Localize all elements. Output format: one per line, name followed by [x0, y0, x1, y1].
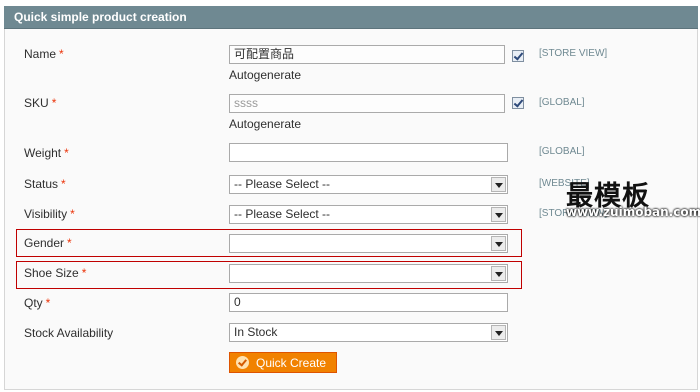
required-mark: * — [45, 296, 51, 310]
sku-input[interactable]: ssss — [229, 94, 505, 113]
visibility-select-value: -- Please Select -- — [234, 207, 331, 221]
shoe-size-select[interactable] — [229, 264, 508, 283]
dropdown-arrow-icon[interactable] — [491, 177, 506, 192]
weight-label: Weight * — [24, 146, 69, 160]
weight-input[interactable] — [229, 143, 508, 162]
required-mark: * — [64, 146, 69, 160]
name-autogenerate-checkbox[interactable] — [512, 50, 524, 62]
required-mark: * — [70, 207, 75, 221]
status-select-value: -- Please Select -- — [234, 177, 331, 191]
name-label: Name * — [24, 47, 64, 61]
shoe-size-label: Shoe Size * — [24, 266, 87, 280]
qty-input[interactable]: 0 — [229, 293, 508, 312]
dropdown-arrow-icon[interactable] — [491, 266, 506, 281]
checkmark-icon — [236, 356, 249, 369]
name-input[interactable]: 可配置商品 — [229, 45, 505, 64]
stock-availability-select[interactable]: In Stock — [229, 323, 508, 342]
section-title: Quick simple product creation — [14, 10, 187, 24]
quick-create-label: Quick Create — [256, 356, 327, 370]
dropdown-arrow-icon[interactable] — [491, 207, 506, 222]
required-mark: * — [67, 236, 72, 250]
sku-scope: [GLOBAL] — [539, 97, 585, 108]
name-scope: [STORE VIEW] — [539, 48, 608, 59]
section-header: Quick simple product creation — [4, 6, 698, 29]
stock-availability-label: Stock Availability — [24, 326, 114, 340]
sku-autogenerate-checkbox[interactable] — [512, 97, 524, 109]
dropdown-arrow-icon[interactable] — [491, 236, 506, 251]
required-mark: * — [59, 47, 64, 61]
qty-label: Qty * — [24, 296, 51, 310]
required-mark: * — [61, 177, 66, 191]
gender-label: Gender * — [24, 236, 72, 250]
stock-availability-select-value: In Stock — [234, 325, 278, 339]
dropdown-arrow-icon[interactable] — [491, 325, 506, 340]
required-mark: * — [51, 96, 57, 110]
status-label: Status * — [24, 177, 66, 191]
name-autogenerate-note: Autogenerate — [229, 68, 302, 82]
watermark-url: www.zuimoban.com — [566, 205, 700, 219]
sku-autogenerate-note: Autogenerate — [229, 117, 302, 131]
sku-label: SKU * — [24, 96, 57, 110]
visibility-select[interactable]: -- Please Select -- — [229, 205, 508, 224]
required-mark: * — [81, 266, 87, 280]
status-select[interactable]: -- Please Select -- — [229, 175, 508, 194]
quick-create-button[interactable]: Quick Create — [229, 352, 337, 373]
gender-select[interactable] — [229, 234, 508, 253]
weight-scope: [GLOBAL] — [539, 146, 585, 157]
visibility-label: Visibility * — [24, 207, 75, 221]
